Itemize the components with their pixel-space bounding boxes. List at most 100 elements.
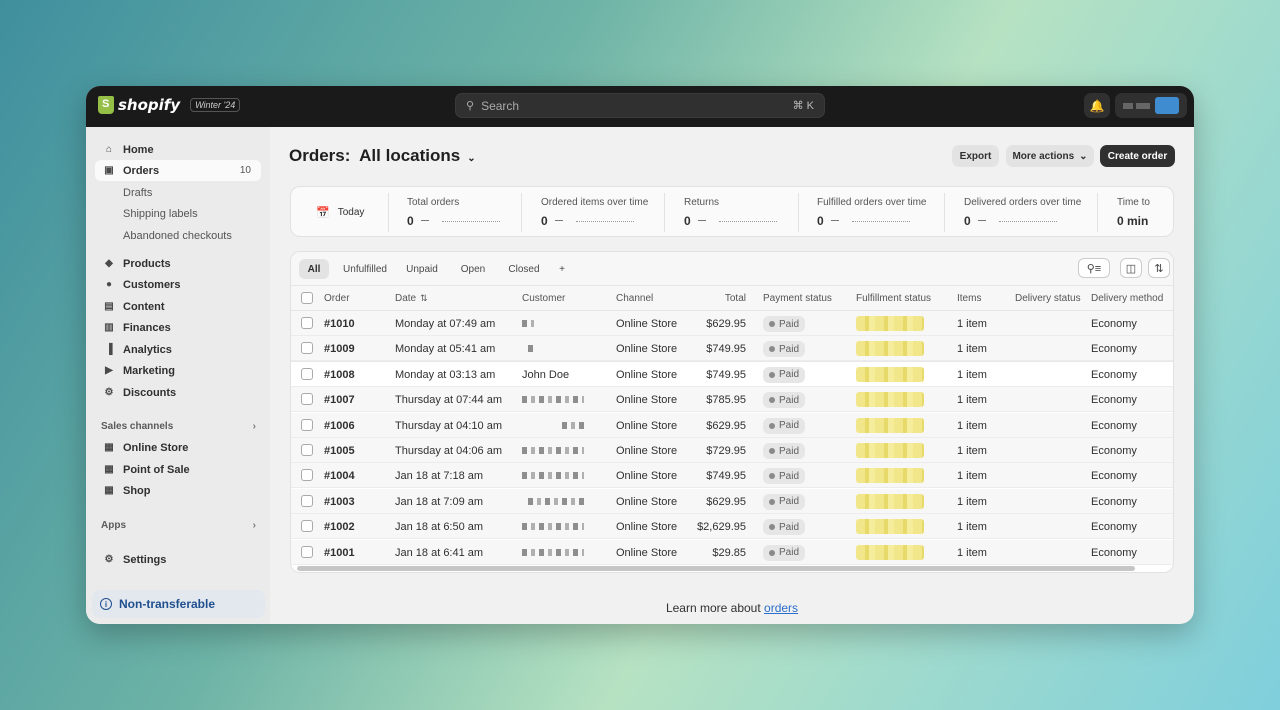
row-checkbox[interactable] xyxy=(301,520,313,533)
home-icon: ⌂ xyxy=(105,144,113,155)
non-transferable-label: Non-transferable xyxy=(119,597,216,611)
sidebar-item-discounts[interactable]: ⚙ Discounts xyxy=(95,382,261,403)
sales-channels-heading[interactable]: Sales channels › xyxy=(101,421,256,432)
column-header-order[interactable]: Order xyxy=(324,293,350,304)
metric-value: 0 xyxy=(817,214,824,228)
table-row[interactable]: #1007 Thursday at 07:44 am Online Store $78… xyxy=(291,387,1173,413)
row-checkbox[interactable] xyxy=(301,469,313,482)
order-number[interactable]: #1010 xyxy=(324,318,355,330)
search-filter-button[interactable]: ⚲≡ xyxy=(1078,258,1110,278)
sidebar-item-abandoned-checkouts[interactable]: Abandoned checkouts xyxy=(95,225,261,246)
order-number[interactable]: #1002 xyxy=(324,521,355,533)
row-checkbox[interactable] xyxy=(301,367,313,380)
search-input[interactable]: ⚲ Search ⌘ K xyxy=(455,93,825,118)
table-row[interactable]: #1009 Monday at 05:41 am Online Store $749.… xyxy=(291,336,1173,362)
sidebar-item-products[interactable]: ◆ Products xyxy=(95,253,261,274)
table-row[interactable]: #1004 Jan 18 at 7:18 am Online Store $749.9… xyxy=(291,463,1173,489)
column-header-date[interactable]: Date ⇅ xyxy=(395,293,428,304)
tab-open[interactable]: Open xyxy=(454,259,492,279)
sidebar-item-content[interactable]: ▤ Content xyxy=(95,296,261,317)
tab-unfulfilled[interactable]: Unfulfilled xyxy=(333,259,397,279)
column-header-payment-status[interactable]: Payment status xyxy=(763,293,832,304)
table-row[interactable]: #1001 Jan 18 at 6:41 am Online Store $29.85… xyxy=(291,539,1173,565)
columns-button[interactable]: ◫ xyxy=(1120,258,1142,278)
row-checkbox[interactable] xyxy=(301,444,313,456)
sidebar-channel-online-store[interactable]: ▦ Online Store xyxy=(95,437,261,458)
order-number[interactable]: #1008 xyxy=(324,369,355,381)
order-number[interactable]: #1006 xyxy=(324,420,355,432)
sidebar-channel-point-of-sale[interactable]: ▦ Point of Sale xyxy=(95,459,261,480)
notifications-button[interactable]: 🔔 xyxy=(1084,93,1110,118)
location-selector[interactable]: All locations ⌄ xyxy=(359,146,475,165)
create-order-button[interactable]: Create order xyxy=(1100,145,1175,167)
payment-status-badge: Paid xyxy=(763,544,806,561)
columns-icon: ◫ xyxy=(1125,262,1137,275)
table-row[interactable]: #1005 Thursday at 04:06 am Online Store $72… xyxy=(291,438,1173,463)
sort-button[interactable]: ⇅ xyxy=(1148,258,1170,278)
sidebar-item-analytics[interactable]: ▐ Analytics xyxy=(95,339,261,360)
table-row[interactable]: #1008 Monday at 03:13 am John Doe Online St… xyxy=(291,361,1173,387)
row-checkbox[interactable] xyxy=(301,342,313,355)
row-checkbox[interactable] xyxy=(301,317,313,329)
sidebar-item-finances[interactable]: ▥ Finances xyxy=(95,317,261,338)
sidebar-item-drafts[interactable]: Drafts xyxy=(95,182,261,203)
sidebar-item-orders[interactable]: ▣ Orders 10 xyxy=(95,160,261,181)
order-number[interactable]: #1009 xyxy=(324,343,355,355)
fulfillment-status-blurred xyxy=(856,519,924,535)
column-header-customer[interactable]: Customer xyxy=(522,293,565,304)
orders-help-link[interactable]: orders xyxy=(764,601,798,615)
tab-all[interactable]: All xyxy=(299,259,329,279)
column-header-items[interactable]: Items xyxy=(957,293,981,304)
metric-value: 0 xyxy=(684,214,691,228)
column-header-fulfillment-status[interactable]: Fulfillment status xyxy=(856,293,931,304)
fulfillment-status-blurred xyxy=(856,544,924,560)
column-header-delivery-status[interactable]: Delivery status xyxy=(1015,293,1081,304)
metric-value: 0 xyxy=(541,214,548,228)
order-number[interactable]: #1005 xyxy=(324,445,355,457)
sidebar-item-settings[interactable]: ⚙ Settings xyxy=(95,549,261,570)
account-menu-button[interactable] xyxy=(1115,93,1187,118)
payment-status-label: Paid xyxy=(779,394,800,406)
sidebar-item-label: Customers xyxy=(123,278,181,291)
item-count: 1 item xyxy=(957,394,987,407)
table-row[interactable]: #1002 Jan 18 at 6:50 am Online Store $2,629… xyxy=(291,514,1173,540)
order-date: Monday at 05:41 am xyxy=(395,343,496,356)
row-checkbox[interactable] xyxy=(301,393,313,406)
table-row[interactable]: #1010 Monday at 07:49 am Online Store $629.… xyxy=(291,311,1173,336)
sidebar-item-customers[interactable]: ● Customers xyxy=(95,274,261,295)
select-all-checkbox[interactable] xyxy=(301,292,313,304)
tab-add-view[interactable]: + xyxy=(553,259,571,279)
more-actions-button[interactable]: More actions ⌄ xyxy=(1006,145,1094,167)
table-row[interactable]: #1006 Thursday at 04:10 am Online Store $62… xyxy=(291,412,1173,438)
row-checkbox[interactable] xyxy=(301,494,313,507)
column-header-delivery-method[interactable]: Delivery method xyxy=(1091,293,1163,304)
tab-closed[interactable]: Closed xyxy=(500,259,548,279)
sidebar-channel-label: Online Store xyxy=(123,441,189,454)
sidebar-item-shipping-labels[interactable]: Shipping labels xyxy=(95,203,261,224)
row-checkbox[interactable] xyxy=(301,545,313,558)
order-number[interactable]: #1003 xyxy=(324,496,355,508)
row-checkbox[interactable] xyxy=(301,418,313,431)
export-button[interactable]: Export xyxy=(952,145,999,167)
shopify-logo[interactable]: shopify Winter '24 xyxy=(98,96,241,114)
apps-heading[interactable]: Apps › xyxy=(101,520,256,531)
table-row[interactable]: #1003 Jan 18 at 7:09 am Online Store $629.9… xyxy=(291,488,1173,514)
column-header-channel[interactable]: Channel xyxy=(616,293,653,304)
settings-label: Settings xyxy=(123,553,167,566)
non-transferable-banner[interactable]: i Non-transferable xyxy=(92,590,265,618)
fulfillment-status-blurred xyxy=(856,493,924,509)
order-number[interactable]: #1007 xyxy=(324,394,355,406)
sidebar-item-marketing[interactable]: ▶ Marketing xyxy=(95,360,261,381)
sidebar-channel-shop[interactable]: ▦ Shop xyxy=(95,480,261,501)
horizontal-scrollbar[interactable] xyxy=(297,566,1135,571)
tab-unpaid[interactable]: Unpaid xyxy=(401,259,443,279)
column-header-t[interactable]: T xyxy=(1173,293,1174,304)
sidebar-item-home[interactable]: ⌂ Home xyxy=(95,139,261,160)
order-date: Thursday at 07:44 am xyxy=(395,394,503,407)
fulfillment-status-blurred xyxy=(856,366,924,382)
order-date: Jan 18 at 6:50 am xyxy=(395,521,484,534)
date-range-button[interactable]: 📅 Today xyxy=(316,206,364,219)
order-number[interactable]: #1004 xyxy=(324,470,355,482)
column-header-total[interactable]: Total xyxy=(725,293,746,304)
order-number[interactable]: #1001 xyxy=(324,547,355,559)
